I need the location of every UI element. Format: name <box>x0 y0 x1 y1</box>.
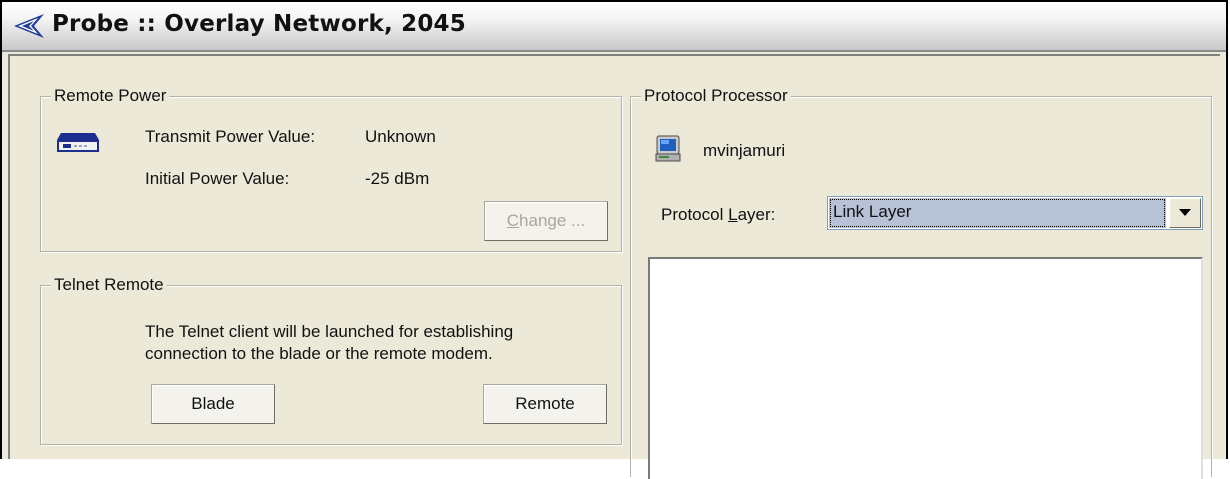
blade-button[interactable]: Blade <box>151 384 275 424</box>
remote-button-label: Remote <box>515 394 575 413</box>
blade-button-label: Blade <box>191 394 235 413</box>
change-button-label: Change ... <box>506 211 586 230</box>
protocol-layer-label: Protocol Layer: <box>661 205 776 224</box>
protocol-layer-selected: Link Layer <box>829 198 1166 228</box>
window-client-area: Remote Power Transmit Power Value: Unkno… <box>8 54 1220 479</box>
dropdown-arrow-button[interactable] <box>1169 198 1201 228</box>
telnet-remote-legend: Telnet Remote <box>51 275 167 295</box>
transmit-power-value: Unknown <box>365 127 436 146</box>
protocol-processor-legend: Protocol Processor <box>641 86 791 106</box>
modem-device-icon <box>57 133 99 152</box>
protocol-layer-dropdown[interactable]: Link Layer <box>827 196 1203 230</box>
telnet-remote-group: Telnet Remote The Telnet client will be … <box>40 275 622 445</box>
protocol-output-listbox[interactable] <box>648 257 1203 479</box>
host-name: mvinjamuri <box>703 141 786 160</box>
transmit-power-label: Transmit Power Value: <box>145 127 316 146</box>
telnet-description-line1: The Telnet client will be launched for e… <box>145 322 514 341</box>
remote-power-legend: Remote Power <box>51 86 170 106</box>
chevron-down-icon <box>1179 209 1191 216</box>
window-title: Probe :: Overlay Network, 2045 <box>52 11 466 37</box>
computer-icon <box>655 135 681 162</box>
probe-window: Probe :: Overlay Network, 2045 Remote Po… <box>0 0 1228 479</box>
initial-power-value: -25 dBm <box>365 169 430 188</box>
telnet-description-line2: connection to the blade or the remote mo… <box>145 344 493 363</box>
protocol-processor-group: Protocol Processor mvinjamuri Protocol L… <box>630 86 1212 479</box>
title-bar[interactable]: Probe :: Overlay Network, 2045 <box>2 2 1226 52</box>
initial-power-label: Initial Power Value: <box>145 169 290 188</box>
probe-icon <box>14 14 44 38</box>
remote-button[interactable]: Remote <box>483 384 607 424</box>
remote-power-group: Remote Power Transmit Power Value: Unkno… <box>40 86 622 252</box>
change-button[interactable]: Change ... <box>484 201 608 241</box>
